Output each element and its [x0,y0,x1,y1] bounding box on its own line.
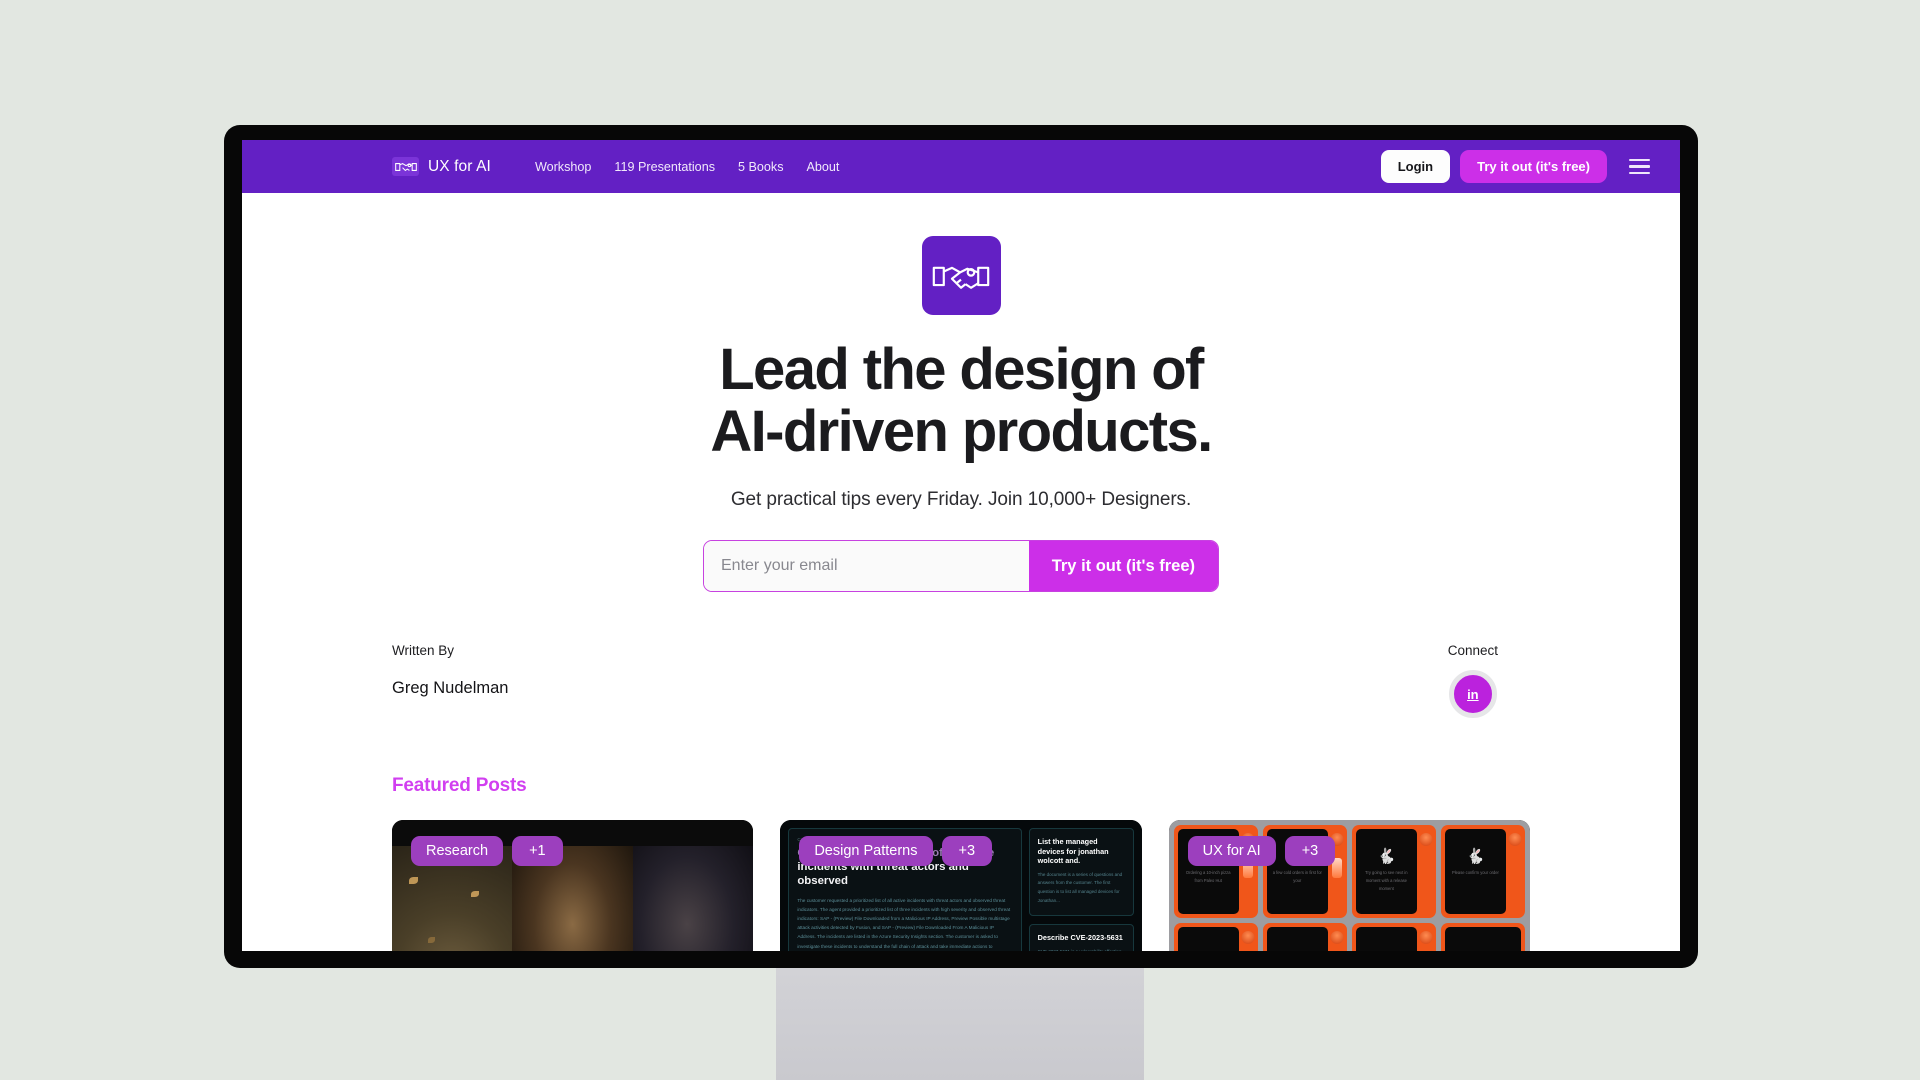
hero-title-line-1: Lead the design of [719,337,1204,402]
author-label: Written By [392,643,455,659]
nav-link-presentations[interactable]: 119 Presentations [614,160,715,174]
post-tags: Research +1 [411,836,563,867]
rabbit-icon: 🐇 [1466,848,1485,866]
console-side-card[interactable]: List the managed devices for jonathan wo… [1028,828,1134,917]
post-tags: UX for AI +3 [1187,836,1336,867]
author-name: Greg Nudelman [392,679,509,698]
tile-caption: a few cold orders in first for your [1272,870,1322,883]
post-tag-overflow[interactable]: +1 [512,836,563,867]
email-field[interactable] [704,541,1029,592]
hero-title-line-2: AI-driven products. [710,399,1213,465]
page-title: Lead the design of AI-driven products. [242,337,1680,465]
monitor-bezel: UX for AI Workshop 119 Presentations 5 B… [224,125,1698,968]
mobile-tile [1173,922,1258,951]
console-side-body: CVE-2023-5631 is a vulnerability affecti… [1038,948,1125,951]
tile-caption: Ordering a 10-inch pizza from Paleo Hut [1185,870,1231,883]
handshake-icon [392,157,419,176]
post-card-ux-for-ai[interactable]: 🐇 Ordering a 10-inch pizza from Paleo Hu… [1168,820,1530,951]
brand-logo[interactable]: UX for AI [392,157,491,176]
mobile-tile: ETA 14-24 mins [1440,922,1525,951]
console-side-column: List the managed devices for jonathan wo… [1028,828,1134,951]
portrait-frame [632,846,754,951]
login-button[interactable]: Login [1380,150,1451,183]
featured-posts-heading: Featured Posts [392,775,527,797]
browser-screen: UX for AI Workshop 119 Presentations 5 B… [242,140,1680,951]
signup-submit-button[interactable]: Try it out (it's free) [1028,541,1218,592]
author-block: Written By Greg Nudelman [392,643,508,698]
rabbit-icon: 🐇 [1377,848,1396,866]
console-side-title: List the managed devices for jonathan wo… [1037,837,1109,866]
post-tags: Design Patterns +3 [799,836,993,867]
hero-subtitle: Get practical tips every Friday. Join 10… [730,489,1192,511]
console-side-card[interactable]: Describe CVE-2023-5631 CVE-2023-5631 is … [1028,924,1134,951]
console-side-body: The document is a series of questions an… [1037,871,1123,903]
hero-section: Lead the design of AI-driven products. G… [242,193,1680,593]
post-tag[interactable]: UX for AI [1187,836,1276,867]
signup-form: Try it out (it's free) [703,540,1219,593]
post-tag-overflow[interactable]: +3 [941,836,993,867]
mobile-tile: 🐇 Try going to see next in moment with a… [1351,825,1436,918]
monitor-stand [776,968,1144,1080]
mobile-tile [1262,922,1347,951]
linkedin-icon[interactable]: in [1448,670,1497,719]
tile-caption: Please confirm your order [1452,870,1499,876]
hamburger-line [1629,171,1650,175]
hamburger-line [1629,158,1650,162]
navigation-bar: UX for AI Workshop 119 Presentations 5 B… [242,140,1680,193]
post-card-research[interactable]: Research +1 [392,820,754,951]
post-card-design-patterns[interactable]: Continue your last session Give me a pri… [780,820,1142,951]
author-meta-row: Written By Greg Nudelman Connect in [242,643,1680,719]
hamburger-menu-icon[interactable] [1617,153,1652,180]
nav-actions: Login Try it out (it's free) [1380,150,1652,183]
console-side-title: Describe CVE-2023-5631 [1037,933,1123,943]
post-tag[interactable]: Research [411,836,504,867]
handshake-icon [921,236,1001,315]
console-body: The customer requested a prioritized lis… [797,897,1011,949]
connect-block: Connect in [1447,643,1530,719]
nav-links: Workshop 119 Presentations 5 Books About [535,160,840,174]
tile-caption: Try going to see next in moment with a r… [1365,870,1408,891]
hamburger-line [1629,165,1650,168]
connect-label: Connect [1447,643,1498,659]
post-tag-overflow[interactable]: +3 [1284,836,1336,867]
mobile-tile [1351,922,1436,951]
mobile-tile: 🐇 Please confirm your order [1440,825,1525,918]
nav-link-books[interactable]: 5 Books [738,160,784,174]
nav-link-about[interactable]: About [807,160,840,174]
featured-posts-grid: Research +1 Continue your last session G… [242,820,1680,951]
nav-link-workshop[interactable]: Workshop [535,160,591,174]
post-tag[interactable]: Design Patterns [799,836,933,867]
nav-cta-button[interactable]: Try it out (it's free) [1460,150,1607,183]
brand-name: UX for AI [428,157,491,175]
